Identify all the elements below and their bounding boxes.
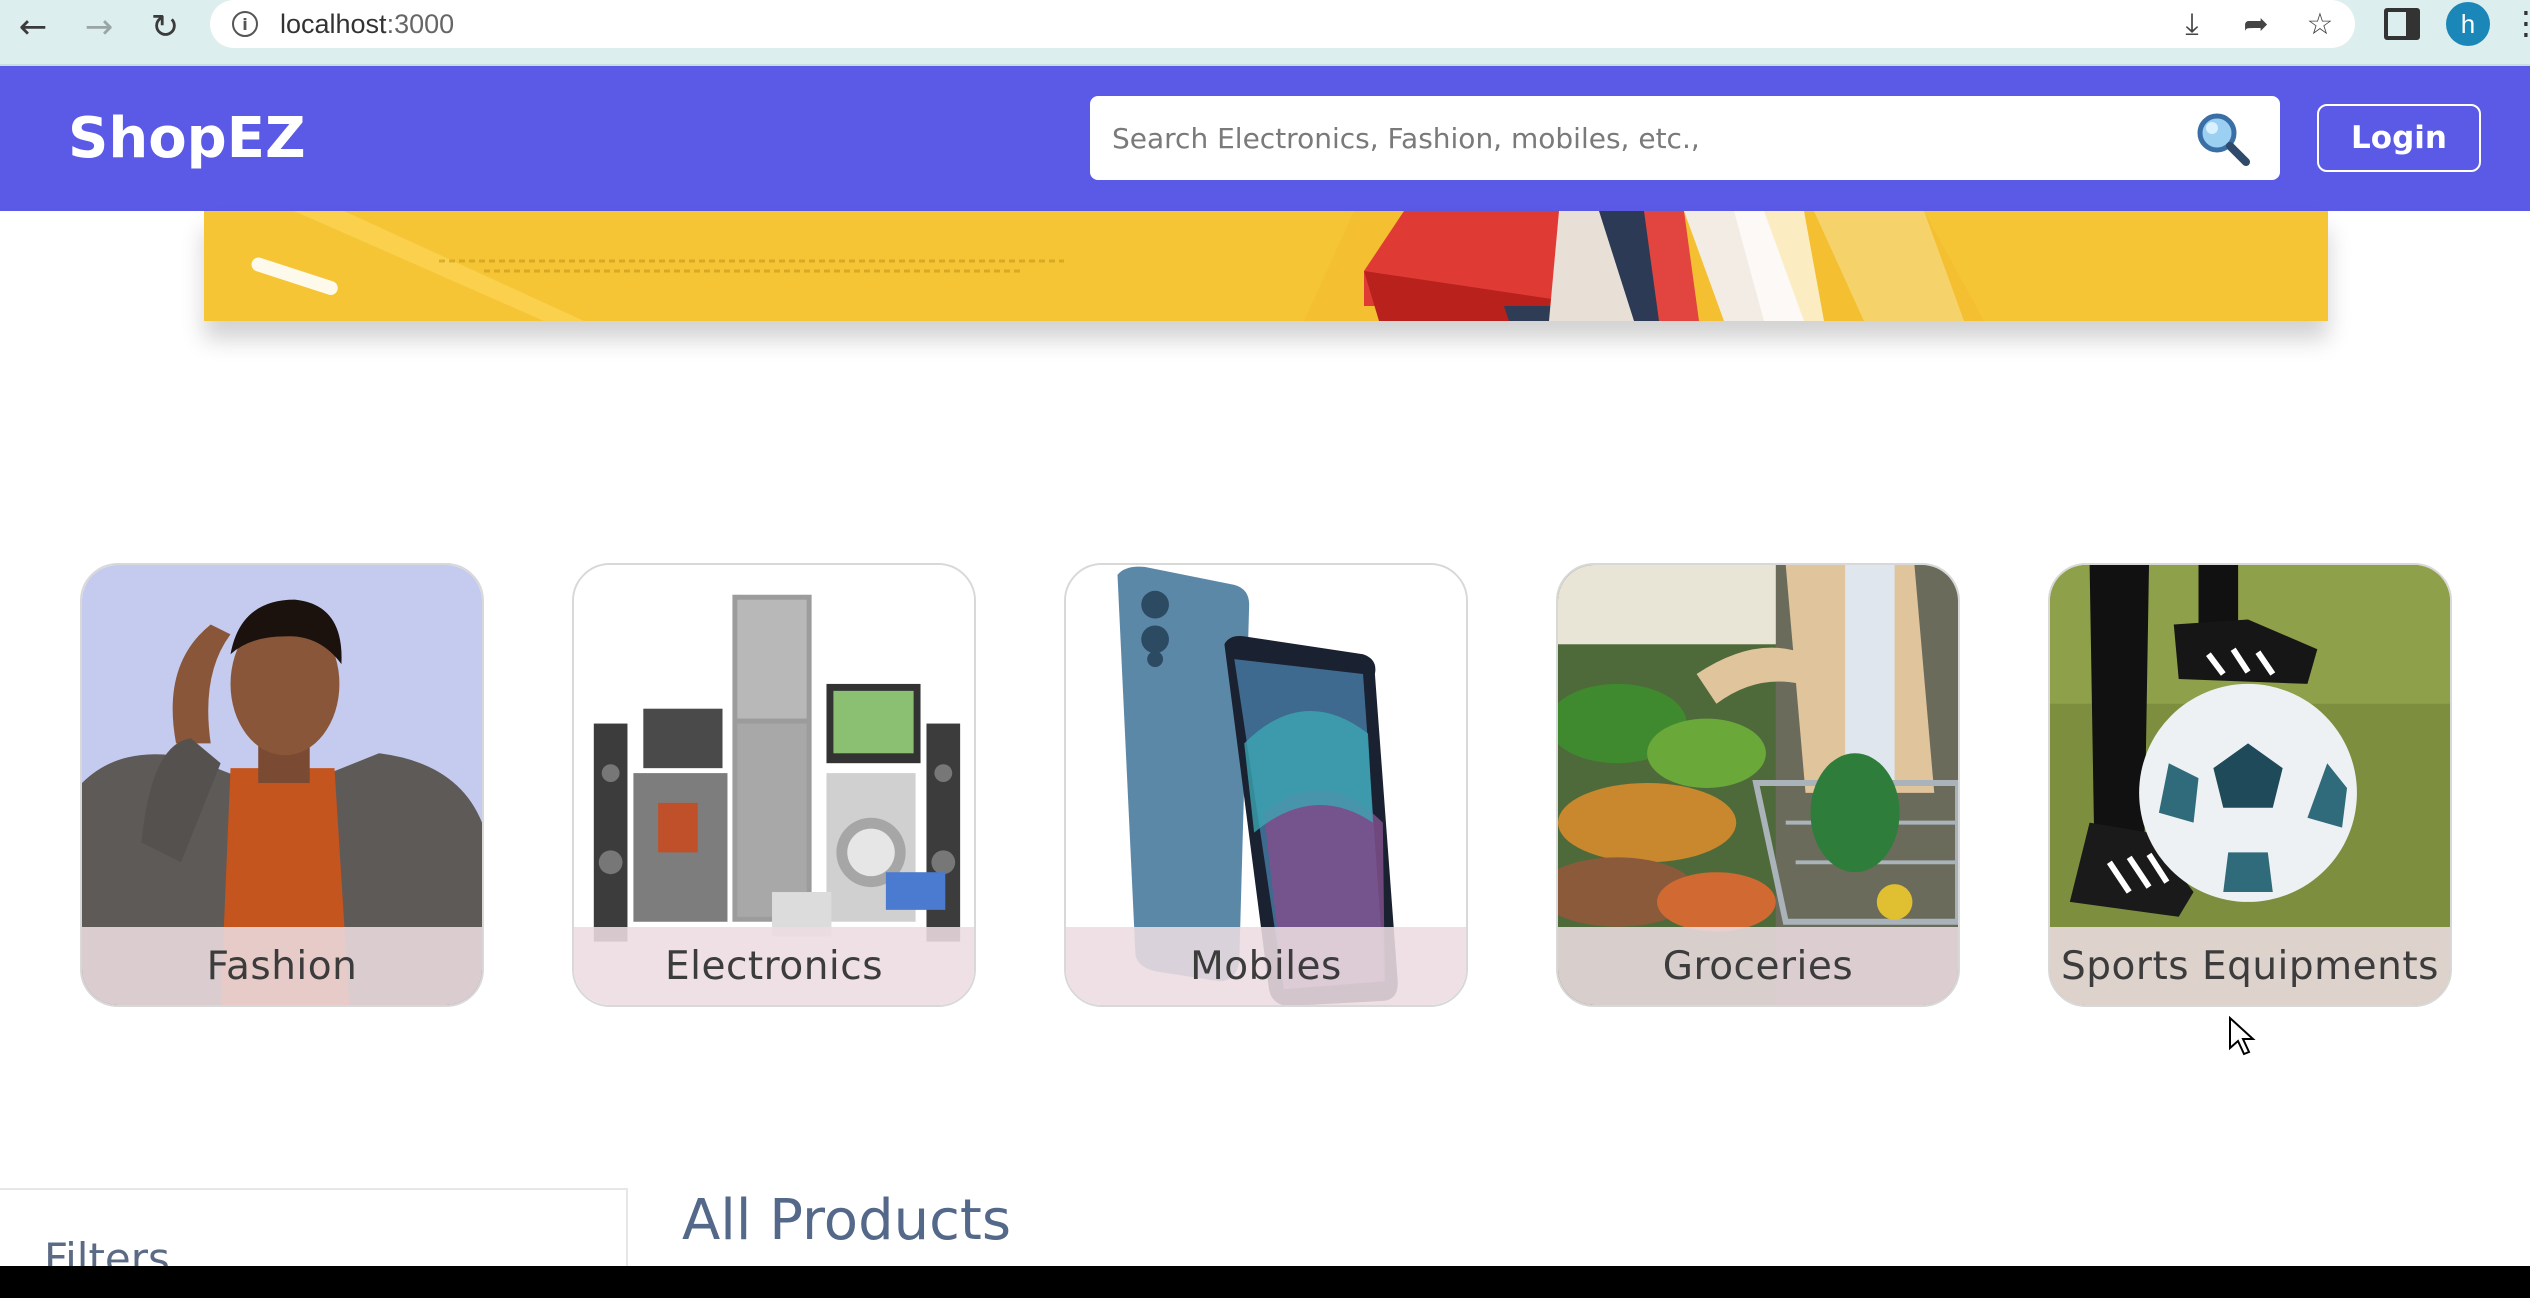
search-icon[interactable]: [2194, 110, 2250, 166]
share-icon[interactable]: ➦: [2235, 3, 2277, 45]
search-bar: [1090, 96, 2280, 180]
category-card-fashion[interactable]: Fashion: [80, 563, 484, 1007]
side-panel-icon[interactable]: [2384, 8, 2420, 40]
reload-icon[interactable]: ↻: [142, 4, 188, 50]
filters-title: Filters: [44, 1234, 170, 1266]
category-label: Fashion: [206, 943, 358, 989]
category-label: Groceries: [1662, 943, 1854, 989]
page-viewport: ShopEZ Login: [0, 66, 2530, 1266]
bookmark-star-icon[interactable]: ☆: [2299, 3, 2341, 45]
filters-panel: Filters: [0, 1188, 628, 1266]
category-label-bar: Mobiles: [1066, 927, 1466, 1005]
all-products-title: All Products: [682, 1188, 1012, 1253]
category-card-sports-equipments[interactable]: Sports Equipments: [2048, 563, 2452, 1007]
category-label-bar: Sports Equipments: [2050, 927, 2450, 1005]
login-button[interactable]: Login: [2317, 104, 2481, 172]
mouse-cursor-icon: [2229, 1016, 2256, 1056]
category-card-electronics[interactable]: Electronics: [572, 563, 976, 1007]
banner-illustration: [204, 211, 2328, 321]
promo-banner[interactable]: [204, 211, 2328, 321]
category-label: Mobiles: [1190, 943, 1342, 989]
brand-logo[interactable]: ShopEZ: [68, 106, 306, 171]
category-label-bar: Electronics: [574, 927, 974, 1005]
back-icon[interactable]: ←: [10, 4, 56, 50]
category-label-bar: Groceries: [1558, 927, 1958, 1005]
category-label: Sports Equipments: [2061, 943, 2439, 989]
search-input[interactable]: [1090, 96, 2280, 180]
site-info-icon[interactable]: i: [232, 11, 258, 37]
category-card-groceries[interactable]: Groceries: [1556, 563, 1960, 1007]
category-card-mobiles[interactable]: Mobiles: [1064, 563, 1468, 1007]
site-navbar: ShopEZ Login: [0, 66, 2530, 211]
browser-toolbar: ← → ↻ i localhost:3000 ⤓ ➦ ☆ h ⋮: [0, 0, 2530, 66]
category-label: Electronics: [664, 943, 884, 989]
url-text: localhost:3000: [280, 8, 455, 39]
menu-icon[interactable]: ⋮: [2510, 4, 2530, 42]
profile-avatar[interactable]: h: [2446, 2, 2490, 46]
install-app-icon[interactable]: ⤓: [2171, 3, 2213, 45]
category-label-bar: Fashion: [82, 927, 482, 1005]
address-bar[interactable]: i localhost:3000 ⤓ ➦ ☆: [210, 0, 2355, 48]
forward-icon[interactable]: →: [76, 4, 122, 50]
